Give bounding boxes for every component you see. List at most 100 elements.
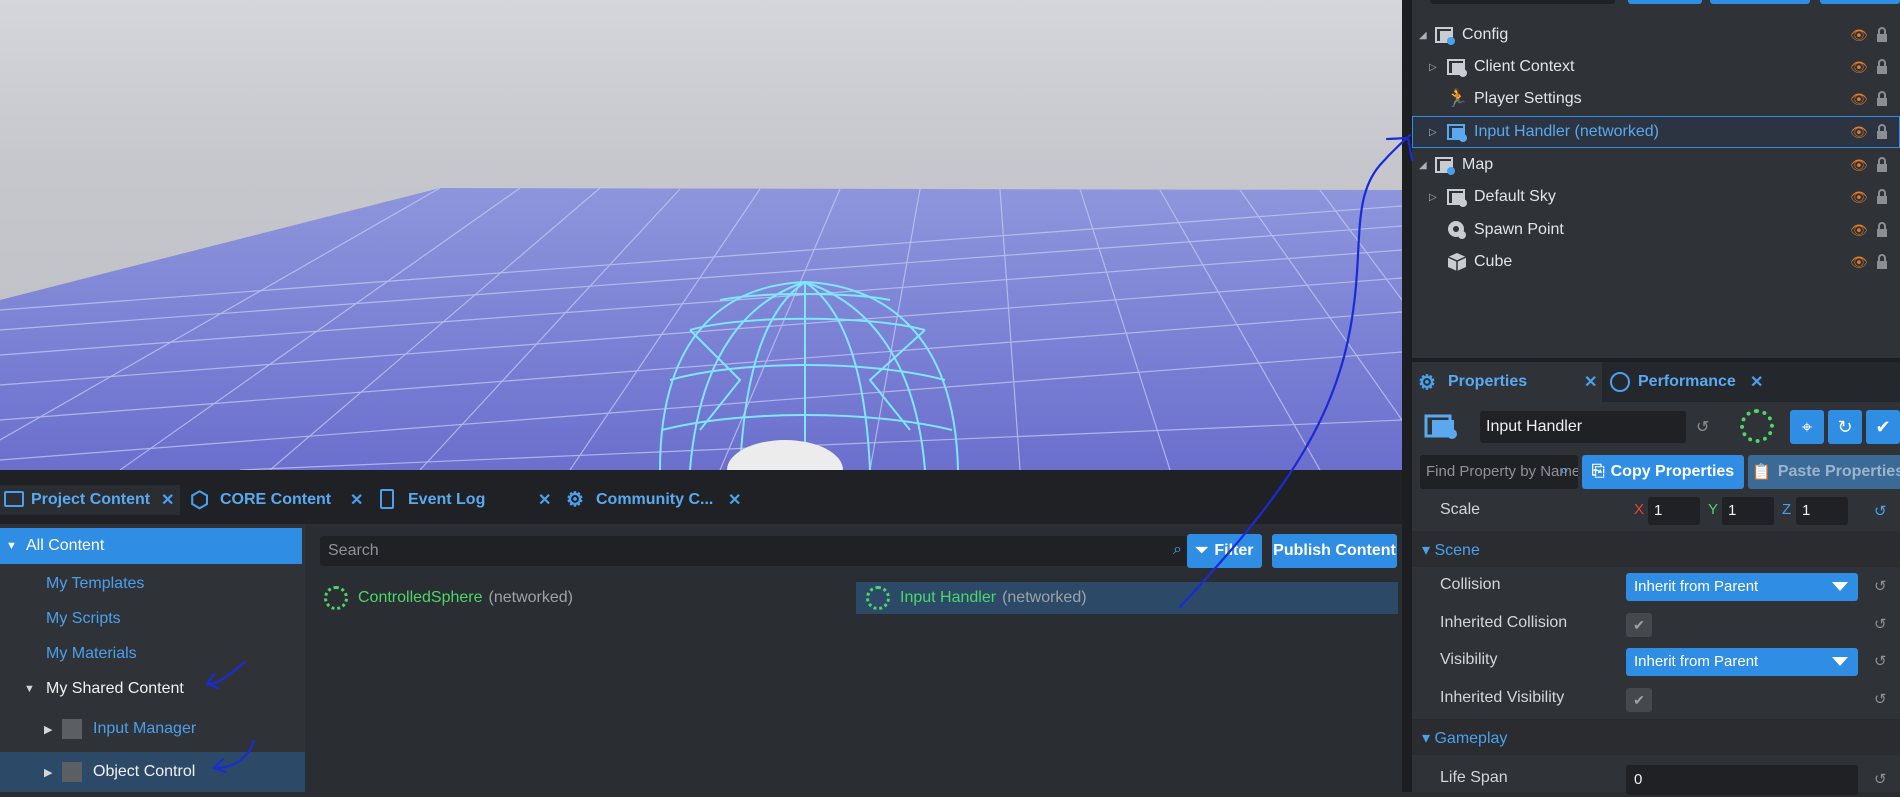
find-property-placeholder: Find Property by Name	[1426, 463, 1578, 480]
lock-icon[interactable]	[1876, 189, 1888, 205]
hierarchy-item-cube[interactable]: Cube 👁	[1412, 246, 1900, 278]
geo-pin-button[interactable]: ⌖	[1790, 410, 1824, 444]
collapse-triangle-icon: ▼	[24, 683, 35, 695]
section-title: ▾ Gameplay	[1422, 730, 1508, 747]
tab-properties[interactable]: ⚙ Properties ✕	[1412, 362, 1602, 402]
lock-icon[interactable]	[1876, 124, 1888, 140]
tab-community-content[interactable]: ⚙ Community C... ✕	[566, 485, 746, 515]
hierarchy-item-spawn-point[interactable]: Spawn Point 👁	[1412, 214, 1900, 246]
content-tree: ▼ All Content My Templates My Scripts My…	[0, 524, 305, 792]
lock-icon[interactable]	[1876, 157, 1888, 173]
tab-project-content[interactable]: Project Content ✕	[0, 485, 180, 515]
object-name-input[interactable]: Input Handler	[1480, 411, 1686, 443]
lock-icon[interactable]	[1876, 91, 1888, 107]
hierarchy-item-label: Input Handler (networked)	[1474, 123, 1659, 140]
eye-icon[interactable]: 👁	[1850, 189, 1868, 206]
tab-core-content[interactable]: ⬡ CORE Content ✕	[190, 485, 365, 515]
reset-icon[interactable]: ↺	[1874, 770, 1887, 788]
inherited-collision-checkbox[interactable]: ✔	[1626, 613, 1652, 637]
tree-item-my-shared-content[interactable]: ▼ My Shared Content	[0, 671, 305, 707]
scale-x-input[interactable]: 1	[1648, 497, 1700, 525]
lock-icon[interactable]	[1876, 27, 1888, 43]
hierarchy-item-client-context[interactable]: ▷ Client Context 👁	[1412, 51, 1900, 83]
reset-icon[interactable]: ↺	[1696, 417, 1709, 437]
lock-icon[interactable]	[1876, 59, 1888, 75]
eye-icon[interactable]: 👁	[1850, 157, 1868, 174]
close-icon[interactable]: ✕	[350, 490, 363, 510]
asset-tag: (networked)	[1002, 589, 1087, 606]
section-scene[interactable]: ▾ Scene	[1412, 531, 1900, 567]
tree-item-my-scripts[interactable]: My Scripts	[0, 601, 305, 637]
expand-triangle-icon: ▶	[44, 766, 53, 779]
eye-icon[interactable]: 👁	[1850, 91, 1868, 108]
axis-y-label: Y	[1708, 501, 1719, 518]
collapse-triangle-icon: ◢	[1419, 29, 1427, 41]
visibility-dropdown[interactable]: Inherit from Parent	[1626, 648, 1858, 676]
asset-search-input[interactable]: Search ⌕	[320, 536, 1190, 566]
find-property-input[interactable]: Find Property by Name	[1420, 455, 1578, 489]
networked-icon[interactable]	[1740, 409, 1774, 443]
filter-button[interactable]: ⏷ Filter	[1187, 534, 1262, 568]
player-settings-icon: 🏃	[1446, 88, 1469, 108]
section-gameplay[interactable]: ▾ Gameplay	[1412, 719, 1900, 755]
tab-performance[interactable]: Performance ✕	[1610, 362, 1780, 402]
tree-item-my-materials[interactable]: My Materials	[0, 636, 305, 672]
tree-item-all-content[interactable]: ▼ All Content	[0, 528, 302, 564]
close-icon[interactable]: ✕	[728, 490, 741, 510]
reset-icon[interactable]: ↺	[1874, 652, 1887, 670]
refresh-button[interactable]: ↻	[1828, 410, 1862, 444]
inherited-visibility-checkbox[interactable]: ✔	[1626, 688, 1652, 712]
scale-z-input[interactable]: 1	[1796, 497, 1848, 525]
hierarchy-item-input-handler[interactable]: ▷ Input Handler (networked) 👁	[1412, 116, 1900, 148]
reset-icon[interactable]: ↺	[1874, 502, 1887, 520]
hierarchy-item-map[interactable]: ◢ Map 👁	[1412, 149, 1900, 181]
publish-content-button[interactable]: Publish Content	[1272, 534, 1397, 568]
property-inherited-visibility: Inherited Visibility ✔ ↺	[1412, 681, 1900, 717]
tree-item-object-control[interactable]: ▶ Object Control	[0, 752, 305, 792]
life-span-input[interactable]: 0	[1626, 765, 1858, 795]
reset-icon[interactable]: ↺	[1874, 615, 1887, 633]
tab-label: Event Log	[408, 491, 486, 508]
close-icon[interactable]: ✕	[538, 490, 551, 510]
tree-item-input-manager[interactable]: ▶ Input Manager	[0, 711, 305, 747]
property-inherited-collision: Inherited Collision ✔ ↺	[1412, 606, 1900, 642]
confirm-button[interactable]: ✔	[1866, 410, 1900, 444]
copy-properties-button[interactable]: ⎘ Copy Properties	[1582, 455, 1744, 489]
property-collision: Collision Inherit from Parent ↺	[1412, 568, 1900, 604]
hierarchy-item-player-settings[interactable]: 🏃 Player Settings 👁	[1412, 83, 1900, 115]
eye-icon[interactable]: 👁	[1850, 27, 1868, 44]
hierarchy-search-input[interactable]	[1430, 0, 1615, 4]
eye-icon[interactable]: 👁	[1850, 254, 1868, 271]
reset-icon[interactable]: ↺	[1874, 577, 1887, 595]
section-gameplay-label: Gameplay	[1434, 730, 1508, 747]
scene-viewport[interactable]	[0, 0, 1402, 470]
eye-icon[interactable]: 👁	[1850, 59, 1868, 76]
lock-icon[interactable]	[1876, 222, 1888, 238]
toolbar-button[interactable]	[1820, 0, 1900, 4]
package-icon	[62, 719, 82, 739]
hierarchy-item-default-sky[interactable]: ▷ Default Sky 👁	[1412, 181, 1900, 213]
expand-triangle-icon: ▶	[44, 723, 53, 736]
close-icon[interactable]: ✕	[1750, 372, 1763, 392]
pin-icon: ⌖	[1801, 416, 1813, 437]
section-scene-label: Scene	[1434, 542, 1480, 559]
reset-icon[interactable]: ↺	[1874, 690, 1887, 708]
lock-icon[interactable]	[1876, 254, 1888, 270]
paste-properties-button[interactable]: 📋 Paste Properties	[1748, 455, 1900, 489]
close-icon[interactable]: ✕	[1584, 372, 1597, 392]
toolbar-button[interactable]	[1710, 0, 1810, 4]
close-icon[interactable]: ✕	[161, 490, 174, 510]
toolbar-button[interactable]	[1628, 0, 1702, 4]
asset-browser: Search ⌕ ⏷ Filter Publish Content Contro…	[308, 524, 1402, 792]
scale-y-input[interactable]: 1	[1722, 497, 1774, 525]
collision-dropdown[interactable]: Inherit from Parent	[1626, 573, 1858, 601]
tree-item-my-templates[interactable]: My Templates	[0, 566, 305, 602]
asset-item[interactable]: ControlledSphere (networked)	[324, 582, 744, 614]
eye-icon[interactable]: 👁	[1850, 222, 1868, 239]
tab-event-log[interactable]: Event Log ✕	[378, 485, 553, 515]
asset-item-selected[interactable]: Input Handler (networked)	[856, 582, 1398, 614]
eye-icon[interactable]: 👁	[1850, 124, 1868, 141]
hierarchy-item-config[interactable]: ◢ Config 👁	[1412, 19, 1900, 51]
folder-network-icon	[1446, 56, 1468, 78]
search-icon: ⌕	[1560, 462, 1569, 479]
